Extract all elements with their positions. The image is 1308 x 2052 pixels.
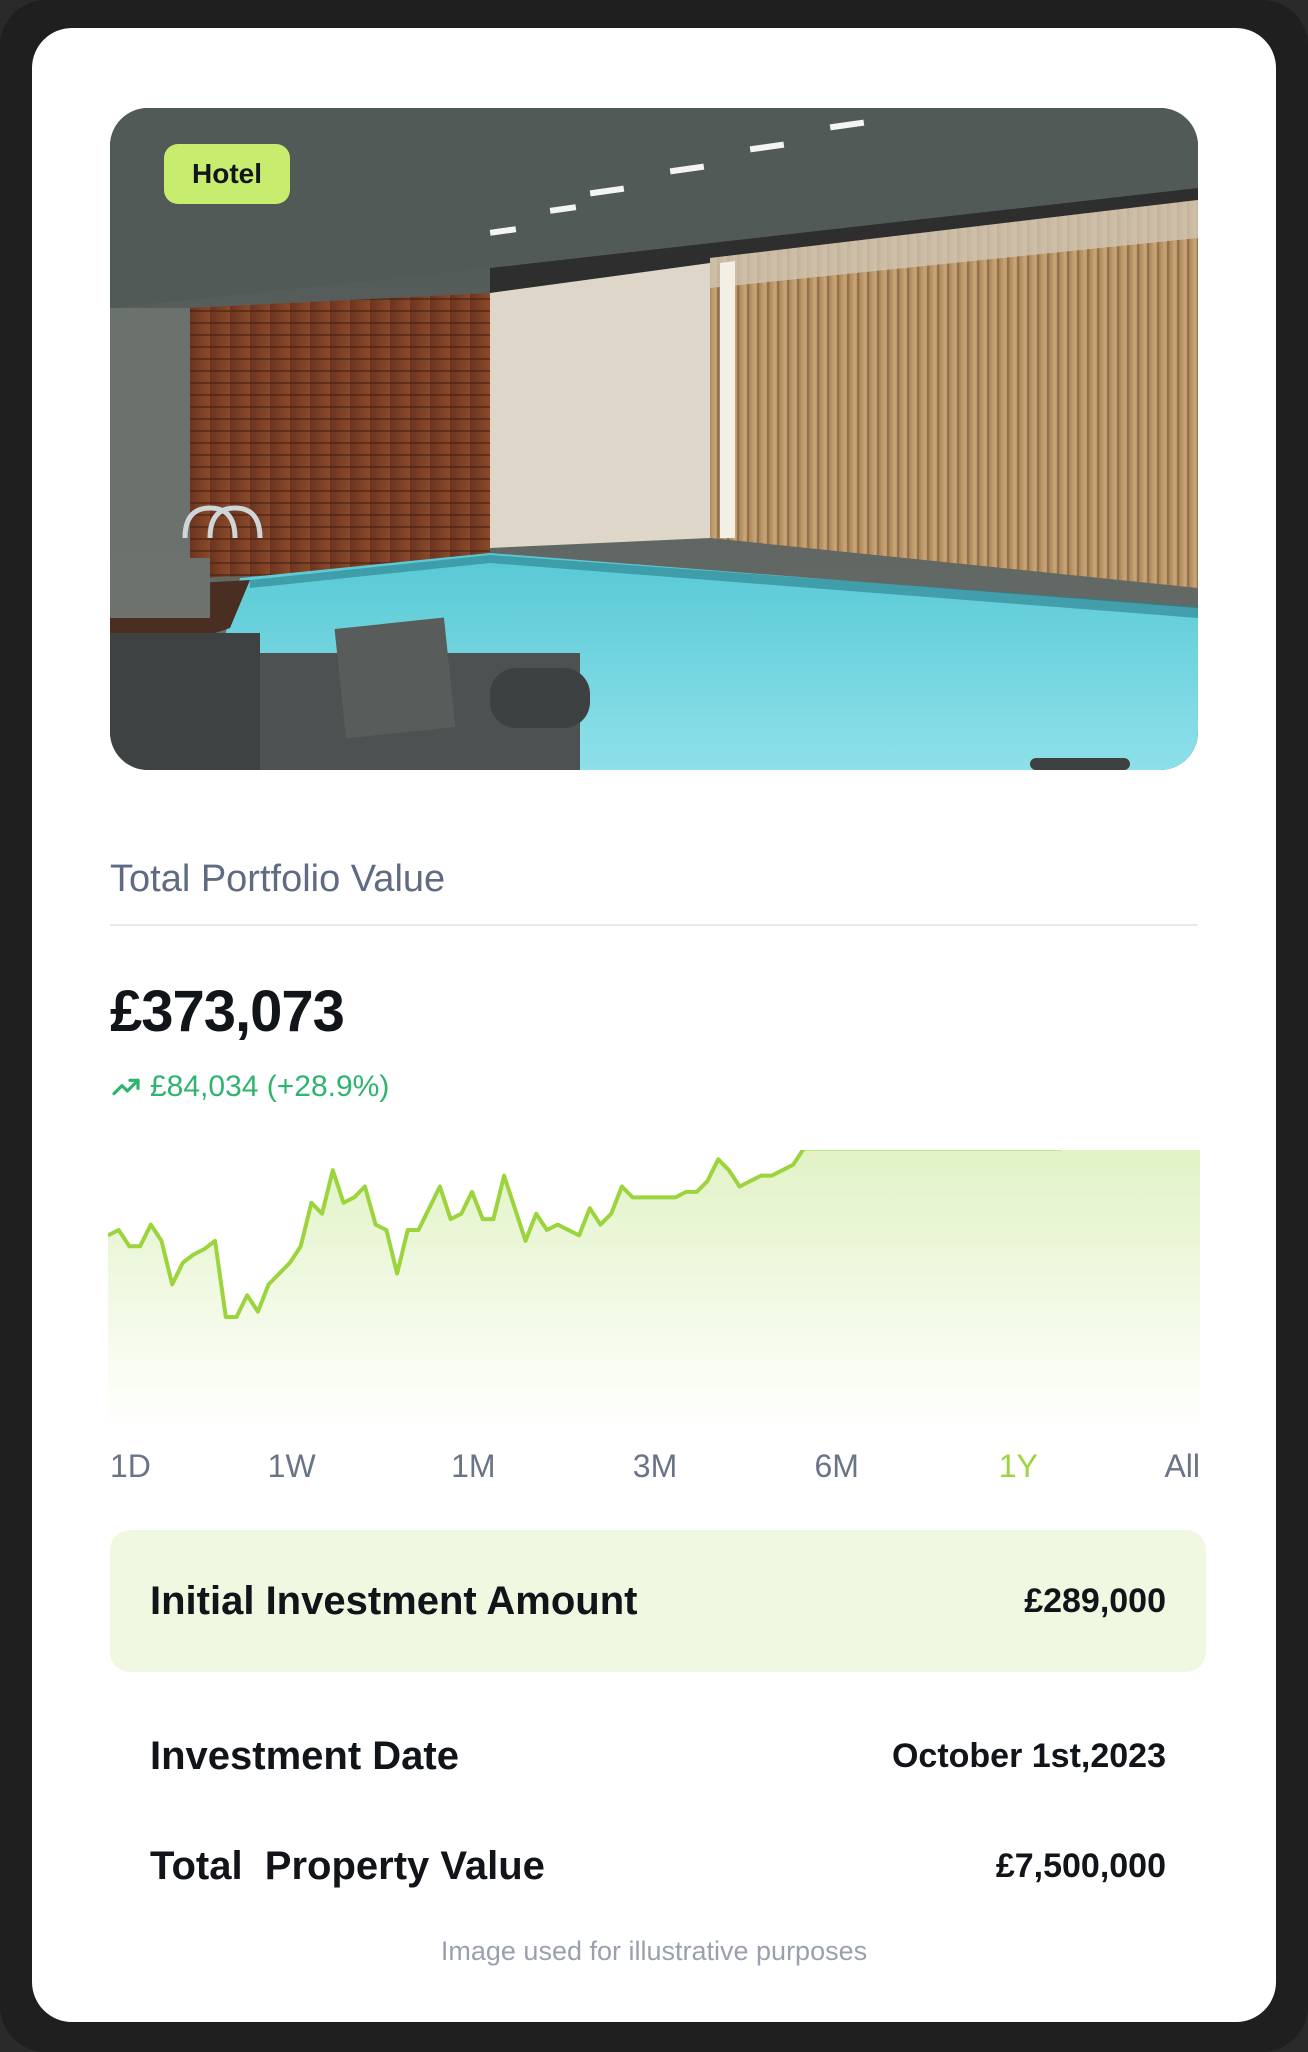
range-tab-1m[interactable]: 1M: [451, 1448, 495, 1485]
portfolio-chart: [108, 1150, 1200, 1430]
property-value-label: Total Property Value: [150, 1843, 545, 1888]
pool-illustration: [110, 108, 1198, 770]
portfolio-chart-svg: [108, 1150, 1200, 1430]
initial-investment-row: Initial Investment Amount £289,000: [110, 1530, 1206, 1672]
value-change-text: £84,034 (+28.9%): [150, 1070, 390, 1103]
portfolio-value: £373,073: [110, 979, 345, 1044]
investment-date-row: Investment Date October 1st,2023: [110, 1716, 1206, 1796]
range-tab-1d[interactable]: 1D: [110, 1448, 151, 1485]
initial-investment-label: Initial Investment Amount: [150, 1578, 638, 1623]
chart-area-fill: [108, 1150, 1200, 1430]
time-range-selector: 1D 1W 1M 3M 6M 1Y All: [110, 1448, 1200, 1498]
portfolio-title: Total Portfolio Value: [110, 858, 446, 900]
divider: [110, 924, 1198, 926]
value-change: £84,034 (+28.9%): [110, 1070, 389, 1104]
property-value-row: Total Property Value £7,500,000: [110, 1826, 1206, 1906]
property-image: Hotel: [110, 108, 1198, 770]
range-tab-all[interactable]: All: [1164, 1448, 1200, 1485]
image-disclaimer: Image used for illustrative purposes: [440, 1936, 868, 1966]
initial-investment-value: £289,000: [1024, 1581, 1166, 1620]
investment-date-value: October 1st,2023: [891, 1736, 1166, 1775]
investment-date-label: Investment Date: [150, 1733, 459, 1778]
range-tab-3m[interactable]: 3M: [633, 1448, 677, 1485]
range-tab-1w[interactable]: 1W: [268, 1448, 316, 1485]
property-value-amount: £7,500,000: [995, 1846, 1166, 1885]
range-tab-1y[interactable]: 1Y: [999, 1448, 1038, 1485]
trend-up-icon: [112, 1078, 140, 1096]
category-tag: Hotel: [164, 144, 290, 204]
range-tab-6m[interactable]: 6M: [814, 1448, 858, 1485]
